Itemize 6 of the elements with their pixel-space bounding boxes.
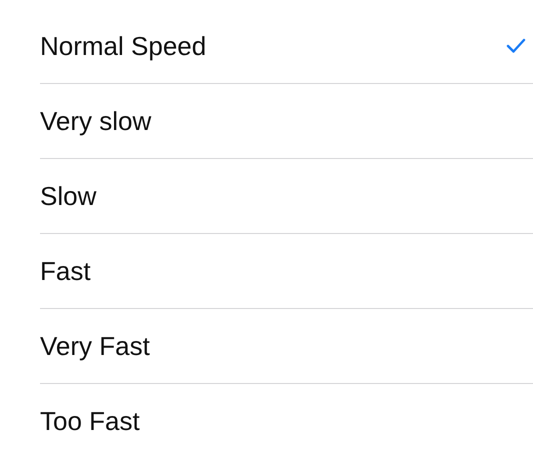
speed-option[interactable]: Very Fast xyxy=(40,309,533,384)
speed-option[interactable]: Very slow xyxy=(40,84,533,159)
speed-option[interactable]: Slow xyxy=(40,159,533,234)
speed-option[interactable]: Fast xyxy=(40,234,533,309)
speed-option[interactable]: Normal Speed xyxy=(40,9,533,84)
speed-option[interactable]: Too Fast xyxy=(40,384,533,454)
